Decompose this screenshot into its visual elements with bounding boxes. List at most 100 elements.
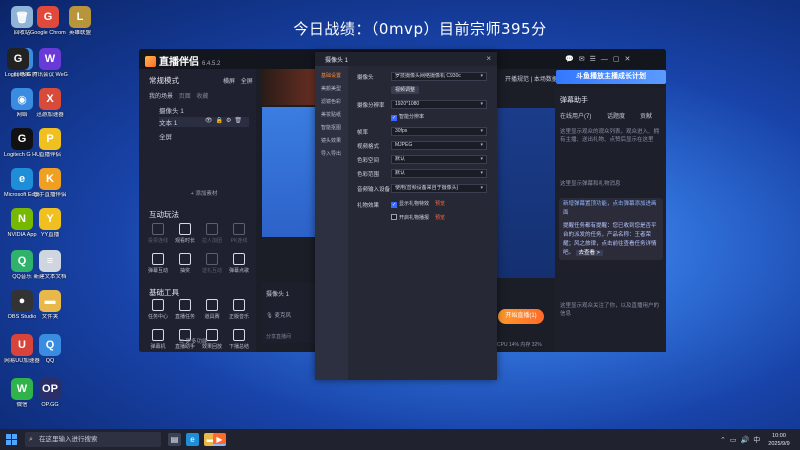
- tab-favorites[interactable]: 收藏: [196, 94, 208, 100]
- desktop-icon[interactable]: K 快手直播伴侣: [32, 168, 68, 199]
- checkbox[interactable]: ✓: [391, 115, 397, 121]
- interact-item[interactable]: 弹幕互动: [145, 253, 171, 274]
- windows-start-icon[interactable]: [6, 434, 17, 445]
- desktop-icon-label: YY直播: [40, 232, 60, 238]
- field-select[interactable]: 30fps ▾: [391, 127, 487, 136]
- scene-tools-icons[interactable]: 👁🔒⚙🗑: [205, 117, 245, 124]
- app-icon: OP: [39, 378, 61, 400]
- field-label: 帧率: [357, 130, 369, 136]
- window-controls[interactable]: 💬✉☰—▢✕: [565, 55, 635, 63]
- app-icon: X: [39, 88, 61, 110]
- select-value: 罗技摄像头网络摄像机 C930c: [395, 73, 461, 79]
- dialog-nav-item[interactable]: 基础设置: [321, 72, 341, 79]
- tab-my-scene[interactable]: 我的场景: [149, 94, 173, 100]
- taskbar-search-input[interactable]: ⌕ 在这里输入进行搜索: [25, 432, 161, 447]
- preview-link[interactable]: 预览: [435, 215, 445, 221]
- mode-orientation[interactable]: 横屏 全屏: [223, 76, 253, 85]
- chevron-down-icon: ▾: [480, 142, 483, 148]
- dialog-nav-item[interactable]: 智能抠图: [321, 124, 341, 131]
- desktop-icon[interactable]: ▬ 文件夹: [32, 290, 68, 321]
- tools-item[interactable]: 弹幕机: [145, 329, 171, 350]
- mode-label[interactable]: 常规模式: [149, 75, 179, 86]
- desktop-icon[interactable]: L 英雄联盟: [62, 6, 98, 37]
- live-companion-taskbar-icon[interactable]: ▶: [213, 433, 226, 446]
- system-tray[interactable]: ⌃▭🔊中: [720, 435, 764, 445]
- dialog-nav-item[interactable]: 美妆贴纸: [321, 111, 341, 118]
- desktop-icon-label: 新建文本文档: [33, 274, 67, 280]
- live-tabs[interactable]: 开播规范 | 本场数据: [505, 74, 558, 83]
- field-select[interactable]: MJPEG ▾: [391, 141, 487, 150]
- camera-settings-dialog[interactable]: 摄像头 1 × 基础设置 美颜美型 滤镜色彩 美妆贴纸 智能抠图 镜头效果 导入导出 摄像头…: [315, 52, 497, 380]
- growth-plan-banner[interactable]: 斗鱼播放主播成长计划: [556, 70, 666, 84]
- chevron-down-icon: ▾: [480, 156, 483, 162]
- checkbox[interactable]: [391, 214, 397, 220]
- interact-item[interactable]: 弹幕点歌: [226, 253, 252, 274]
- feature-icon: [233, 223, 245, 235]
- chevron-down-icon: ▾: [480, 101, 483, 107]
- field-select[interactable]: 默认 ▾: [391, 169, 487, 178]
- desktop-icon[interactable]: P 直播伴侣: [32, 128, 68, 159]
- field-select[interactable]: 1920*1080 ▾: [391, 100, 487, 109]
- add-material-button[interactable]: + 添加素材: [164, 189, 244, 197]
- notice-pin: 新增弹幕置顶功能，点击弹幕添加进画面: [563, 201, 657, 216]
- interact-item[interactable]: 抽奖: [172, 253, 198, 274]
- checkbox[interactable]: ✓: [391, 202, 397, 208]
- desktop-icon-label: Google Chrome: [30, 30, 66, 36]
- clock[interactable]: 10:00 2025/9/9: [760, 432, 798, 448]
- dialog-nav-item[interactable]: 导入导出: [321, 150, 341, 157]
- desktop-icon[interactable]: Q QQ: [32, 334, 68, 365]
- field-checkbox[interactable]: ✓ 显示礼物特效 预览: [391, 200, 445, 208]
- tools-item[interactable]: 直播任务: [172, 299, 198, 320]
- preview-link[interactable]: 预览: [435, 201, 445, 207]
- interact-item[interactable]: 观看时长: [172, 223, 198, 244]
- chevron-down-icon: ▾: [480, 73, 483, 79]
- tools-item[interactable]: 下播总结: [226, 329, 252, 350]
- scene-text[interactable]: 文本 1 👁🔒⚙🗑: [159, 117, 249, 127]
- mode-landscape[interactable]: 横屏: [223, 79, 235, 85]
- dialog-nav-item[interactable]: 镜头效果: [321, 137, 341, 144]
- scene-fullscreen[interactable]: 全屏: [159, 131, 172, 141]
- more-functions-button[interactable]: ☰ 更多功能: [179, 337, 207, 345]
- close-icon[interactable]: ×: [486, 54, 491, 63]
- tools-item[interactable]: 道具赛: [199, 299, 225, 320]
- desktop-icon[interactable]: ≡ 新建文本文档: [32, 250, 68, 281]
- view-task-link[interactable]: 去查看 >: [575, 250, 603, 256]
- task-view-icon[interactable]: ▤: [168, 433, 181, 446]
- edge-taskbar-icon[interactable]: e: [186, 433, 199, 446]
- tab-topic[interactable]: 话题度: [607, 111, 625, 120]
- field-select[interactable]: 罗技摄像头网络摄像机 C930c ▾: [391, 72, 487, 81]
- field-select[interactable]: 默认 ▾: [391, 155, 487, 164]
- field-checkbox[interactable]: 开启礼物播报 预览: [391, 214, 445, 221]
- start-live-button[interactable]: 开始直播(1): [498, 309, 544, 324]
- interact-item[interactable]: 投票连线: [145, 223, 171, 244]
- share-hint[interactable]: 分享直播间: [266, 333, 291, 340]
- desktop-icon[interactable]: G Logitech G: [0, 48, 36, 79]
- desktop-icon[interactable]: X 迅游加速器: [32, 88, 68, 119]
- desktop-icon[interactable]: G Google Chrome: [30, 6, 66, 37]
- scene-camera[interactable]: 摄像头 1: [159, 105, 184, 115]
- mode-fullscreen[interactable]: 全屏: [241, 79, 253, 85]
- checkbox-label: 显示礼物特效: [399, 201, 430, 207]
- interact-item[interactable]: 拉人加团: [199, 223, 225, 244]
- dialog-nav-item[interactable]: 美颜美型: [321, 85, 341, 92]
- app-icon: Q: [39, 334, 61, 356]
- app-icon: L: [69, 6, 91, 28]
- interact-item[interactable]: PK连线: [226, 223, 252, 244]
- desktop-icon[interactable]: Y YY直播: [32, 208, 68, 239]
- desktop-icon[interactable]: W 腾讯会议 WeGame: [32, 48, 68, 79]
- app-icon: ▬: [39, 290, 61, 312]
- tools-item[interactable]: 正版音乐: [226, 299, 252, 320]
- dialog-header[interactable]: 摄像头 1 ×: [315, 52, 497, 66]
- tools-item[interactable]: 任务中心: [145, 299, 171, 320]
- field-select[interactable]: 使用(音频设备来自于摄像头) ▾: [391, 184, 487, 193]
- tab-online-users[interactable]: 在线用户(7): [560, 111, 591, 120]
- desktop-icon[interactable]: OP OP.GG: [32, 378, 68, 409]
- video-adjust-button[interactable]: 视频调整: [391, 86, 420, 94]
- desktop-icon-label: QQ: [45, 358, 55, 364]
- field-label: 色彩空间: [357, 158, 380, 164]
- tab-page[interactable]: 页面: [179, 94, 191, 100]
- field-checkbox[interactable]: ✓ 智能分辨率: [391, 113, 424, 121]
- tab-contribution[interactable]: 贡献: [640, 111, 652, 120]
- interact-item[interactable]: 送礼互动: [199, 253, 225, 274]
- dialog-nav-item[interactable]: 滤镜色彩: [321, 98, 341, 105]
